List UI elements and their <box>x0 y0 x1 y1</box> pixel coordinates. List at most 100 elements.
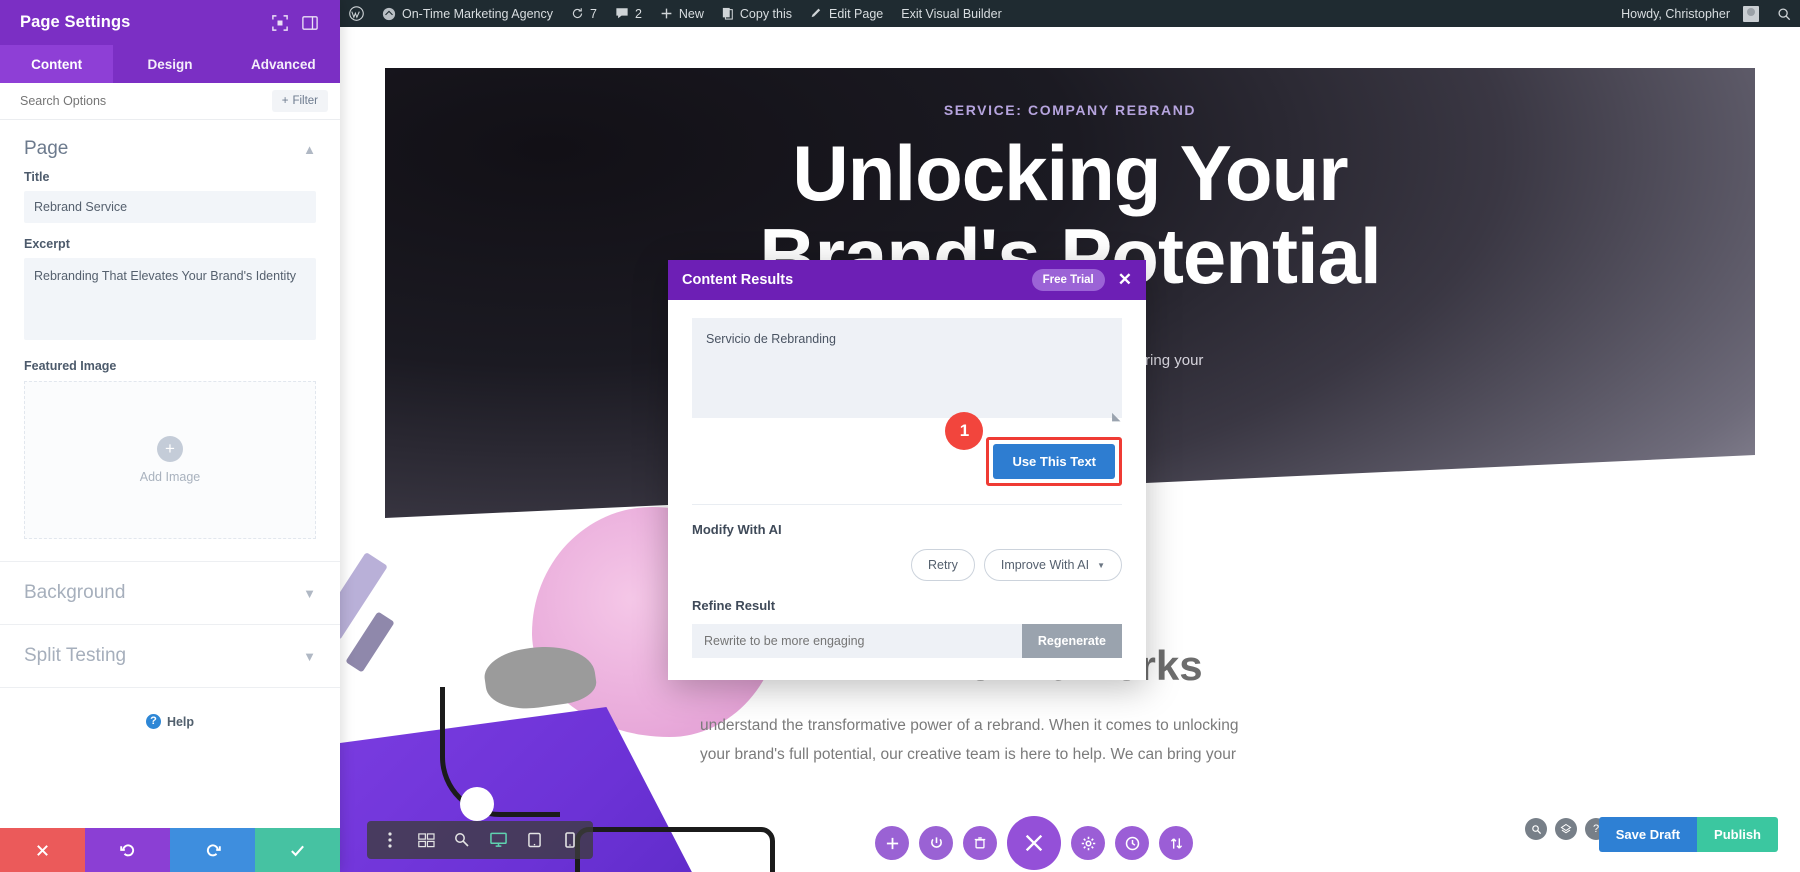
avatar <box>1743 5 1759 22</box>
copy-this-button[interactable]: Copy this <box>713 0 801 27</box>
close-icon[interactable]: ✕ <box>1118 270 1132 290</box>
more-options-icon[interactable] <box>373 823 407 857</box>
sort-icon[interactable] <box>1159 826 1193 860</box>
plus-icon <box>660 7 673 20</box>
panel-footer <box>0 828 340 872</box>
how-it-works-line1: understand the transformative power of a… <box>700 717 1239 734</box>
help-link[interactable]: ? Help <box>0 688 340 729</box>
panel-tabs: Content Design Advanced <box>0 45 340 83</box>
section-title-background: Background <box>24 582 126 603</box>
comments-count: 2 <box>634 6 642 21</box>
free-trial-badge[interactable]: Free Trial <box>1031 269 1105 291</box>
panel-body: Page ▲ Title Excerpt Featured Image + Ad… <box>0 120 340 828</box>
device-preview-bar <box>367 821 593 859</box>
improve-with-ai-button[interactable]: Improve With AI ▼ <box>983 549 1122 581</box>
modify-actions-row: Retry Improve With AI ▼ <box>692 549 1122 581</box>
use-this-text-button[interactable]: Use This Text <box>993 444 1115 479</box>
desktop-icon[interactable] <box>481 823 515 857</box>
copy-icon <box>722 7 734 20</box>
trash-icon[interactable] <box>963 826 997 860</box>
site-name-label: On-Time Marketing Agency <box>402 6 553 21</box>
search-row: + Filter <box>0 83 340 120</box>
wp-logo-menu[interactable] <box>340 0 373 27</box>
result-textarea[interactable] <box>692 318 1122 418</box>
phone-icon[interactable] <box>553 823 587 857</box>
modal-body: ◢ 1 Use This Text Modify With AI Retry I… <box>668 300 1146 680</box>
chevron-down-icon: ▼ <box>1097 560 1105 570</box>
plus-icon: + <box>157 436 183 462</box>
add-image-label: Add Image <box>139 470 201 484</box>
featured-image-dropzone[interactable]: + Add Image <box>24 381 316 539</box>
modal-header: Content Results Free Trial ✕ <box>668 260 1146 300</box>
filter-label: Filter <box>292 95 318 107</box>
decorative-dot <box>460 787 494 821</box>
save-changes-button[interactable] <box>255 828 340 872</box>
excerpt-field-label: Excerpt <box>24 237 70 251</box>
section-header-page[interactable]: Page ▲ <box>0 120 340 170</box>
settings-gear-icon[interactable] <box>1071 826 1105 860</box>
wp-admin-bar: On-Time Marketing Agency 7 2 New Copy th… <box>340 0 1800 27</box>
zoom-out-icon[interactable] <box>445 823 479 857</box>
visual-builder-screen: On-Time Marketing Agency 7 2 New Copy th… <box>0 0 1800 872</box>
resize-handle-icon[interactable]: ◢ <box>1112 410 1120 423</box>
field-title: Title <box>0 170 340 223</box>
wordpress-logo-icon <box>349 6 364 21</box>
step-badge: 1 <box>945 412 984 450</box>
field-featured-image-label: Featured Image <box>0 359 340 373</box>
search-input[interactable] <box>0 94 272 108</box>
page-title: Page Settings <box>20 13 131 31</box>
wireframe-icon[interactable] <box>409 823 443 857</box>
tab-design[interactable]: Design <box>113 45 226 83</box>
layers-icon[interactable] <box>1555 818 1577 840</box>
power-toggle-icon[interactable] <box>919 826 953 860</box>
site-name-menu[interactable]: On-Time Marketing Agency <box>373 0 562 27</box>
save-draft-button[interactable]: Save Draft <box>1598 817 1698 852</box>
new-content-menu[interactable]: New <box>651 0 713 27</box>
history-clock-icon[interactable] <box>1115 826 1149 860</box>
help-icon: ? <box>145 714 161 729</box>
section-header-split-testing[interactable]: Split Testing ▼ <box>0 625 340 688</box>
regenerate-button[interactable]: Regenerate <box>1021 624 1122 658</box>
tablet-icon[interactable] <box>517 823 551 857</box>
page-settings-panel: Page Settings Content Design Advanced + … <box>0 0 340 872</box>
updates-menu[interactable]: 7 <box>562 0 606 27</box>
chevron-down-icon: ▼ <box>303 585 316 601</box>
undo-button[interactable] <box>85 828 170 872</box>
layout-toggle-icon[interactable] <box>300 13 320 33</box>
refine-result-label: Refine Result <box>692 598 776 613</box>
refine-row: Regenerate <box>692 624 1122 658</box>
account-menu[interactable]: Howdy, Christopher <box>1612 0 1768 27</box>
title-input[interactable] <box>24 191 316 223</box>
section-title-page: Page <box>24 138 69 159</box>
comments-menu[interactable]: 2 <box>606 0 651 27</box>
edit-page-button[interactable]: Edit Page <box>801 0 892 27</box>
panel-header: Page Settings <box>0 0 340 45</box>
add-section-icon[interactable] <box>875 826 909 860</box>
filter-button[interactable]: + Filter <box>271 90 328 112</box>
tab-content[interactable]: Content <box>0 45 114 83</box>
discard-changes-button[interactable] <box>0 828 85 872</box>
admin-search-button[interactable] <box>1768 0 1800 27</box>
responsive-preview-icon[interactable] <box>270 13 290 33</box>
close-builder-icon[interactable] <box>1007 816 1061 870</box>
exit-visual-builder-button[interactable]: Exit Visual Builder <box>892 0 1011 27</box>
retry-button[interactable]: Retry <box>910 549 975 581</box>
new-label: New <box>678 6 704 21</box>
featured-image-label: Featured Image <box>24 359 117 373</box>
save-publish-group: Save Draft Publish <box>1598 817 1778 852</box>
decorative-rounded-rect <box>575 827 775 872</box>
section-header-background[interactable]: Background ▼ <box>0 562 340 625</box>
field-excerpt: Excerpt <box>0 237 340 345</box>
how-it-works-body: understand the transformative power of a… <box>700 712 1440 769</box>
publish-button[interactable]: Publish <box>1697 817 1778 852</box>
admin-bar-right: Howdy, Christopher <box>1612 0 1800 27</box>
excerpt-textarea[interactable] <box>24 258 316 340</box>
chevron-down-icon: ▼ <box>303 648 316 664</box>
tab-advanced[interactable]: Advanced <box>227 45 340 83</box>
redo-button[interactable] <box>170 828 255 872</box>
search-icon[interactable] <box>1525 818 1547 840</box>
exit-visual-builder-label: Exit Visual Builder <box>901 6 1002 21</box>
refine-input[interactable] <box>692 624 1022 658</box>
modify-with-ai-label: Modify With AI <box>692 522 782 537</box>
use-this-text-highlight: 1 Use This Text <box>945 412 1122 486</box>
